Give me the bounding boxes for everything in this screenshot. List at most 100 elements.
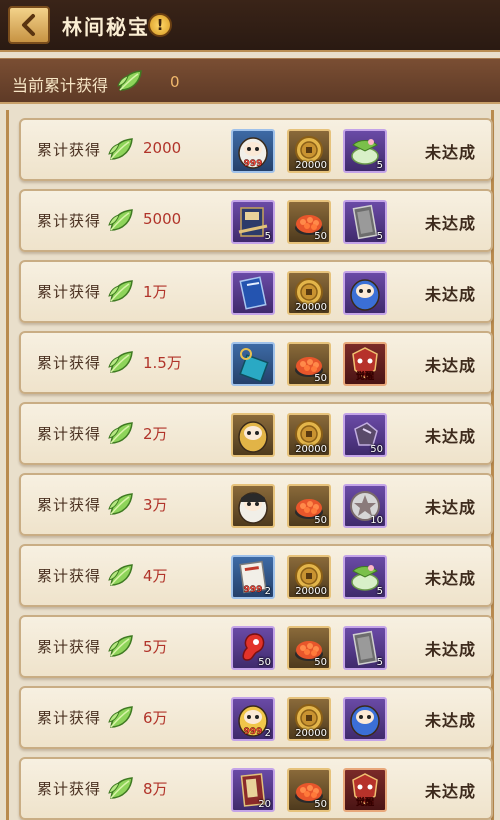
- status-label: 未达成: [425, 285, 477, 304]
- red-book-icon[interactable]: 20: [231, 768, 275, 812]
- item-count: 5: [264, 231, 271, 242]
- row-amount: 2000: [143, 139, 182, 157]
- status-label: 未达成: [425, 782, 477, 801]
- row-amount: 8万: [143, 780, 168, 798]
- item-count: 50: [314, 657, 327, 668]
- row-label: 累计获得: [37, 709, 102, 727]
- leaf-icon: [107, 561, 135, 589]
- scroll-pack-icon[interactable]: 5: [231, 200, 275, 244]
- leaf-icon: [107, 490, 135, 518]
- row-amount: 1万: [143, 283, 168, 301]
- svg-text:999: 999: [244, 585, 263, 595]
- header-bar: 林间秘宝 !: [0, 0, 500, 52]
- gold-coin-icon[interactable]: 20000: [287, 129, 331, 173]
- jade-amulet-icon[interactable]: [231, 342, 275, 386]
- sushi-icon[interactable]: 50: [287, 200, 331, 244]
- row-label: 累计获得: [37, 780, 102, 798]
- svg-text:觉醒: 觉醒: [356, 796, 374, 808]
- item-count: 50: [314, 373, 327, 384]
- rice-cake-icon[interactable]: 5: [343, 129, 387, 173]
- row-amount: 3万: [143, 496, 168, 514]
- gold-coin-icon[interactable]: 20000: [287, 413, 331, 457]
- blank-talisman-icon[interactable]: 5: [343, 200, 387, 244]
- reward-row[interactable]: 累计获得 5000 5 50 5 未达成: [19, 189, 493, 252]
- info-icon[interactable]: !: [148, 13, 172, 37]
- sushi-icon[interactable]: 50: [287, 342, 331, 386]
- item-count: 5: [376, 160, 383, 171]
- daruma-doll-icon[interactable]: 999: [231, 129, 275, 173]
- awaken-mask-icon[interactable]: 觉醒: [343, 768, 387, 812]
- leaf-icon: [107, 206, 135, 234]
- blue-daruma-icon[interactable]: [343, 271, 387, 315]
- gold-coin-icon[interactable]: 20000: [287, 697, 331, 741]
- item-count: 50: [314, 515, 327, 526]
- rice-cake-icon[interactable]: 5: [343, 555, 387, 599]
- star-seal-icon[interactable]: 10: [343, 484, 387, 528]
- summary-label: 当前累计获得: [12, 76, 109, 95]
- status-label: 未达成: [425, 214, 477, 233]
- status-label: 未达成: [425, 711, 477, 730]
- gold-coin-icon[interactable]: 20000: [287, 555, 331, 599]
- total-summary-bar: 当前累计获得 0: [0, 58, 500, 104]
- purple-stone-icon[interactable]: 50: [343, 413, 387, 457]
- reward-row[interactable]: 累计获得 4万 999 2 20000 5 未达成: [19, 544, 493, 607]
- item-count: 5: [376, 231, 383, 242]
- item-count: 20000: [295, 586, 327, 597]
- row-label: 累计获得: [37, 638, 102, 656]
- row-amount: 2万: [143, 425, 168, 443]
- blank-talisman-icon[interactable]: 5: [343, 626, 387, 670]
- row-amount: 5000: [143, 210, 182, 228]
- status-label: 未达成: [425, 640, 477, 659]
- leaf-icon: [107, 419, 135, 447]
- reward-row[interactable]: 累计获得 3万 50 10 未达成: [19, 473, 493, 536]
- item-count: 20000: [295, 444, 327, 455]
- reward-row[interactable]: 累计获得 2000 999 20000 5 未达成: [19, 118, 493, 181]
- status-label: 未达成: [425, 356, 477, 375]
- leaf-icon: [107, 774, 135, 802]
- row-amount: 5万: [143, 638, 168, 656]
- reward-row[interactable]: 累计获得 6万 999 2 20000 未达成: [19, 686, 493, 749]
- item-count: 2: [264, 728, 271, 739]
- item-count: 20000: [295, 302, 327, 313]
- summary-value: 0: [170, 73, 180, 91]
- back-button[interactable]: [8, 6, 50, 44]
- gold-coin-icon[interactable]: 20000: [287, 271, 331, 315]
- item-count: 50: [258, 657, 271, 668]
- sushi-icon[interactable]: 50: [287, 768, 331, 812]
- leaf-icon: [107, 632, 135, 660]
- sushi-icon[interactable]: 50: [287, 484, 331, 528]
- reward-list[interactable]: 累计获得 2000 999 20000 5 未达成 累计获得 5000 5 50 5 未达成 累计获得 1…: [6, 110, 494, 820]
- reward-row[interactable]: 累计获得 2万 20000 50 未达成: [19, 402, 493, 465]
- row-label: 累计获得: [37, 425, 102, 443]
- svg-text:999: 999: [244, 159, 263, 169]
- leaf-icon: [107, 135, 135, 163]
- reward-row[interactable]: 累计获得 8万 20 50 觉醒 未达成: [19, 757, 493, 820]
- reward-row[interactable]: 累计获得 5万 50 50 5 未达成: [19, 615, 493, 678]
- gold-daruma-icon[interactable]: [231, 413, 275, 457]
- svg-text:觉醒: 觉醒: [356, 370, 374, 382]
- item-count: 5: [376, 657, 383, 668]
- awaken-mask-icon[interactable]: 觉醒: [343, 342, 387, 386]
- row-label: 累计获得: [37, 567, 102, 585]
- row-label: 累计获得: [37, 141, 102, 159]
- black-daruma-icon[interactable]: [231, 484, 275, 528]
- row-amount: 1.5万: [143, 354, 182, 372]
- status-label: 未达成: [425, 569, 477, 588]
- scroll-ticket-icon[interactable]: 999 2: [231, 555, 275, 599]
- row-amount: 6万: [143, 709, 168, 727]
- item-count: 10: [370, 515, 383, 526]
- row-label: 累计获得: [37, 283, 102, 301]
- reward-row[interactable]: 累计获得 1.5万 50 觉醒 未达成: [19, 331, 493, 394]
- item-count: 5: [376, 586, 383, 597]
- leaf-icon: [117, 70, 142, 91]
- red-magatama-icon[interactable]: 50: [231, 626, 275, 670]
- sushi-icon[interactable]: 50: [287, 626, 331, 670]
- item-count: 50: [314, 231, 327, 242]
- status-label: 未达成: [425, 143, 477, 162]
- blue-talisman-icon[interactable]: [231, 271, 275, 315]
- row-label: 累计获得: [37, 212, 102, 230]
- golden-daruma-burst-icon[interactable]: 999 2: [231, 697, 275, 741]
- item-count: 50: [370, 444, 383, 455]
- blue-daruma-icon[interactable]: [343, 697, 387, 741]
- reward-row[interactable]: 累计获得 1万 20000 未达成: [19, 260, 493, 323]
